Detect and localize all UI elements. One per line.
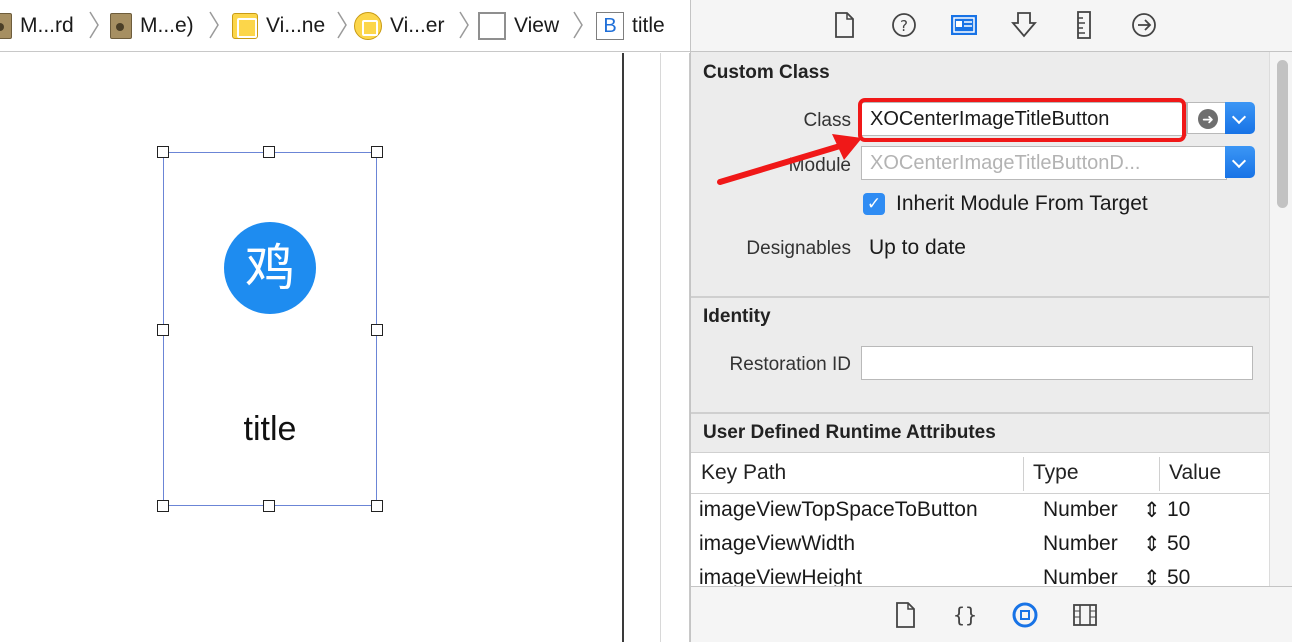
size-inspector-icon[interactable] xyxy=(1069,10,1099,40)
value-cell[interactable]: 50 xyxy=(1167,566,1190,586)
resize-handle-top[interactable] xyxy=(263,146,275,158)
scrollbar-thumb[interactable] xyxy=(1277,60,1288,208)
chevron-right-icon xyxy=(337,11,347,39)
key-path-cell[interactable]: imageViewWidth xyxy=(699,532,855,556)
annotation-highlight-box xyxy=(858,98,1186,142)
class-dropdown-button[interactable] xyxy=(1225,102,1255,134)
chevron-right-icon xyxy=(209,11,219,39)
inspector-panel: ? Custom Class Class XOCenterImageTitleB… xyxy=(690,0,1292,642)
breadcrumb-item-view[interactable]: View xyxy=(478,0,559,52)
svg-text:{}: {} xyxy=(953,603,977,627)
inspector-scrollbar[interactable] xyxy=(1269,52,1292,586)
storyboard-base-icon xyxy=(110,13,132,39)
attributes-inspector-icon[interactable] xyxy=(1009,10,1039,40)
breadcrumb-label: View xyxy=(514,14,560,37)
column-header-type[interactable]: Type xyxy=(1033,461,1079,485)
library-tab-bar: {} xyxy=(691,586,1292,642)
value-cell[interactable]: 10 xyxy=(1167,498,1190,522)
resize-handle-top-right[interactable] xyxy=(371,146,383,158)
resize-handle-bottom[interactable] xyxy=(263,500,275,512)
type-stepper-icon[interactable]: ⇕ xyxy=(1143,566,1161,586)
table-row[interactable]: imageViewTopSpaceToButton Number ⇕ 10 xyxy=(691,494,1269,528)
quick-help-icon[interactable]: ? xyxy=(889,10,919,40)
restoration-id-field[interactable] xyxy=(861,346,1253,380)
chevron-right-icon xyxy=(89,11,99,39)
gutter-line xyxy=(660,53,661,642)
arrow-right-circle-icon: ➜ xyxy=(1198,109,1218,129)
breadcrumb-item-view-controller[interactable]: Vi...er xyxy=(354,0,444,52)
type-cell[interactable]: Number xyxy=(1043,566,1118,586)
breadcrumb-label: M...rd xyxy=(20,14,74,37)
restoration-id-label: Restoration ID xyxy=(729,354,851,375)
file-inspector-icon[interactable] xyxy=(829,10,859,40)
chevron-right-icon xyxy=(459,11,469,39)
module-field[interactable]: XOCenterImageTitleButtonD... xyxy=(861,146,1227,180)
column-header-key-path[interactable]: Key Path xyxy=(701,461,786,485)
scene-icon xyxy=(232,13,258,39)
identity-section-title: Identity xyxy=(703,306,771,327)
jump-bar: M...rd M...e) Vi...ne Vi...er View B tit… xyxy=(0,0,690,52)
column-header-value[interactable]: Value xyxy=(1169,461,1221,485)
svg-text:?: ? xyxy=(900,17,908,35)
object-library-icon[interactable] xyxy=(1011,601,1039,629)
runtime-attributes-header: Key Path Type Value xyxy=(691,452,1269,494)
breadcrumb-label: M...e) xyxy=(140,14,194,37)
breadcrumb-label: title xyxy=(632,14,665,37)
type-stepper-icon[interactable]: ⇕ xyxy=(1143,532,1161,557)
table-row[interactable]: imageViewWidth Number ⇕ 50 xyxy=(691,528,1269,562)
identity-inspector-icon[interactable] xyxy=(949,10,979,40)
file-template-icon[interactable] xyxy=(891,601,919,629)
resize-handle-bottom-right[interactable] xyxy=(371,500,383,512)
button-title-label: title xyxy=(243,410,297,448)
breadcrumb-label: Vi...ne xyxy=(266,14,326,37)
inherit-module-label: Inherit Module From Target xyxy=(896,192,1148,215)
type-cell[interactable]: Number xyxy=(1043,532,1118,556)
type-cell[interactable]: Number xyxy=(1043,498,1118,522)
resize-handle-bottom-left[interactable] xyxy=(157,500,169,512)
chevron-right-icon xyxy=(573,11,583,39)
resize-handle-top-left[interactable] xyxy=(157,146,169,158)
breadcrumb-item-scene[interactable]: Vi...ne xyxy=(232,0,325,52)
custom-class-section-title: Custom Class xyxy=(703,62,830,83)
table-row[interactable]: imageViewHeight Number ⇕ 50 xyxy=(691,562,1269,586)
value-cell[interactable]: 50 xyxy=(1167,532,1190,556)
section-divider xyxy=(691,412,1269,414)
runtime-attributes-table: imageViewTopSpaceToButton Number ⇕ 10 im… xyxy=(691,494,1269,586)
breadcrumb-label: Vi...er xyxy=(390,14,445,37)
canvas-gutter xyxy=(624,53,690,642)
section-divider xyxy=(691,296,1269,298)
breadcrumb-item-button[interactable]: B title xyxy=(596,0,665,52)
code-snippet-icon[interactable]: {} xyxy=(951,601,979,629)
breadcrumb-item-storyboard[interactable]: M...rd xyxy=(0,0,74,52)
type-stepper-icon[interactable]: ⇕ xyxy=(1143,498,1161,523)
runtime-attributes-section-title: User Defined Runtime Attributes xyxy=(703,422,996,443)
storyboard-file-icon xyxy=(0,13,12,39)
designables-status: Up to date xyxy=(869,236,966,259)
column-divider xyxy=(1023,457,1024,491)
column-divider xyxy=(1159,457,1160,491)
connections-inspector-icon[interactable] xyxy=(1129,10,1159,40)
breadcrumb-item-storyboard-base[interactable]: M...e) xyxy=(110,0,194,52)
go-to-class-button[interactable]: ➜ xyxy=(1187,102,1227,134)
key-path-cell[interactable]: imageViewHeight xyxy=(699,566,862,586)
resize-handle-left[interactable] xyxy=(157,324,169,336)
view-icon xyxy=(478,12,506,40)
media-library-icon[interactable] xyxy=(1071,601,1099,629)
resize-handle-right[interactable] xyxy=(371,324,383,336)
designables-label: Designables xyxy=(746,238,851,259)
key-path-cell[interactable]: imageViewTopSpaceToButton xyxy=(699,498,978,522)
module-dropdown-button[interactable] xyxy=(1225,146,1255,178)
button-image: 鸡 xyxy=(224,222,316,314)
button-icon: B xyxy=(596,12,624,40)
annotation-arrow-icon xyxy=(717,134,862,185)
view-controller-icon xyxy=(354,12,382,40)
selected-button-frame[interactable] xyxy=(163,152,377,506)
inspector-tab-bar: ? xyxy=(691,0,1292,52)
